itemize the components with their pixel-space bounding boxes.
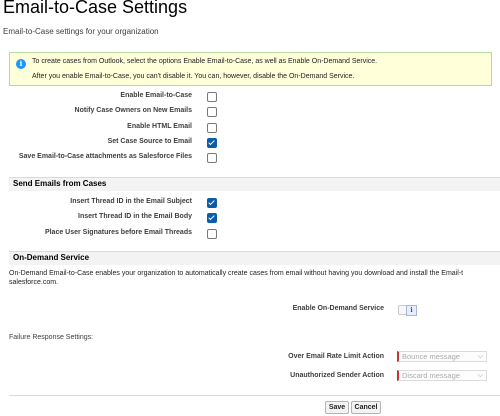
page-subtitle: Email-to-Case settings for your organiza… xyxy=(3,27,159,36)
setting-row-thread-id-subject: Insert Thread ID in the Email Subject xyxy=(0,197,500,209)
page-title: Email-to-Case Settings xyxy=(3,0,188,17)
section-on-demand: On-Demand Service xyxy=(9,251,500,265)
info-line-1: To create cases from Outlook, select the… xyxy=(32,58,378,65)
chevron-down-icon: ⌵ xyxy=(477,353,483,360)
unauthorized-sender-label: Unauthorized Sender Action xyxy=(290,372,384,379)
enable-on-demand-label: Enable On-Demand Service xyxy=(292,305,384,312)
thread-id-body-checkbox[interactable] xyxy=(207,213,217,223)
setting-row-thread-id-body: Insert Thread ID in the Email Body xyxy=(0,212,500,224)
notify-case-owners-checkbox[interactable] xyxy=(207,107,217,117)
setting-row-user-signatures: Place User Signatures before Email Threa… xyxy=(0,228,500,240)
rate-limit-label: Over Email Rate Limit Action xyxy=(288,353,384,360)
rate-limit-value: Bounce message xyxy=(402,352,460,361)
setting-label: Insert Thread ID in the Email Body xyxy=(78,213,192,220)
setting-label: Set Case Source to Email xyxy=(107,138,192,145)
save-attachments-checkbox[interactable] xyxy=(207,153,217,163)
setting-label: Notify Case Owners on New Emails xyxy=(74,107,192,114)
setting-row-notify-case-owners: Notify Case Owners on New Emails xyxy=(0,106,500,118)
section-send-emails: Send Emails from Cases xyxy=(9,177,500,191)
set-case-source-checkbox[interactable] xyxy=(207,138,217,148)
info-icon: i xyxy=(16,59,26,69)
setting-label: Enable Email-to-Case xyxy=(120,92,192,99)
on-demand-info-icon[interactable]: i xyxy=(406,305,417,316)
enable-email-to-case-checkbox[interactable] xyxy=(207,92,217,102)
setting-row-enable-html-email: Enable HTML Email xyxy=(0,122,500,134)
setting-label: Enable HTML Email xyxy=(127,123,192,130)
failure-response-title: Failure Response Settings: xyxy=(9,334,94,341)
user-signatures-checkbox[interactable] xyxy=(207,229,217,239)
footer-divider xyxy=(9,395,500,396)
chevron-down-icon: ⌵ xyxy=(477,372,483,379)
thread-id-subject-checkbox[interactable] xyxy=(207,198,217,208)
cancel-button[interactable]: Cancel xyxy=(351,401,381,414)
section-title: Send Emails from Cases xyxy=(13,179,107,188)
unauthorized-sender-select[interactable]: Discard message ⌵ xyxy=(397,370,487,381)
unauthorized-sender-value: Discard message xyxy=(402,371,460,380)
setting-row-save-attachments: Save Email-to-Case attachments as Salesf… xyxy=(0,152,500,164)
info-message-box: i To create cases from Outlook, select t… xyxy=(9,52,492,86)
section-title: On-Demand Service xyxy=(13,253,90,262)
setting-label: Insert Thread ID in the Email Subject xyxy=(70,198,192,205)
rate-limit-select[interactable]: Bounce message ⌵ xyxy=(397,351,487,362)
setting-label: Save Email-to-Case attachments as Salesf… xyxy=(18,153,192,160)
enable-html-email-checkbox[interactable] xyxy=(207,123,217,133)
setting-label: Place User Signatures before Email Threa… xyxy=(44,229,192,236)
on-demand-description-cont: salesforce.com. xyxy=(9,279,59,286)
setting-row-set-case-source: Set Case Source to Email xyxy=(0,137,500,149)
setting-row-enable-email-to-case: Enable Email-to-Case xyxy=(0,91,500,103)
on-demand-description: On-Demand Email-to-Case enables your org… xyxy=(9,270,464,277)
save-button[interactable]: Save xyxy=(325,401,349,414)
info-line-2: After you enable Email-to-Case, you can'… xyxy=(32,73,355,80)
